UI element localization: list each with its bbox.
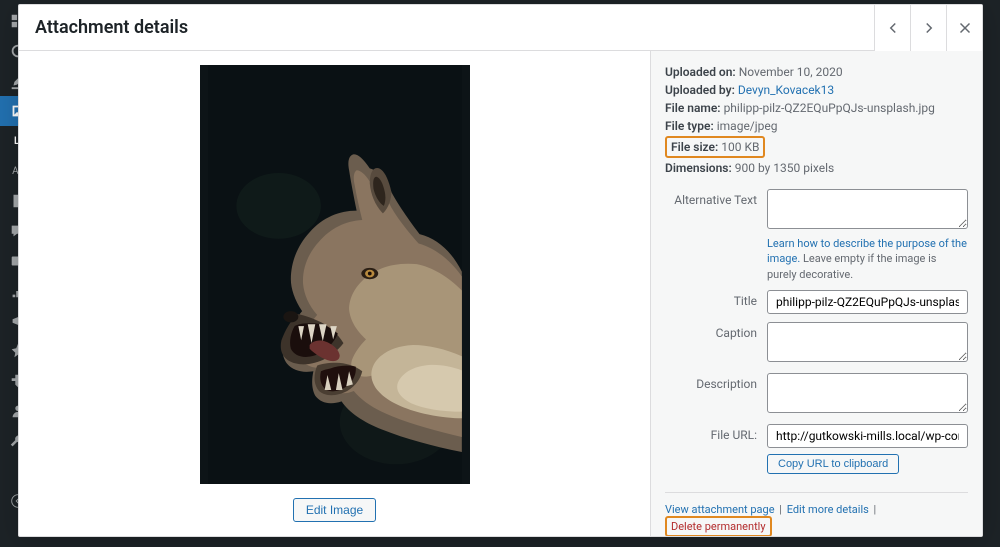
uploader-link[interactable]: Devyn_Kovacek13 [738,83,834,97]
fileurl-input[interactable] [767,424,968,448]
meta-file-name: File name: philipp-pilz-QZ2EQuPpQJs-unsp… [665,99,968,117]
modal-title: Attachment details [35,17,188,38]
close-icon [956,19,974,37]
prev-button[interactable] [874,5,910,51]
details-pane: Uploaded on: November 10, 2020 Uploaded … [650,51,982,536]
meta-dimensions: Dimensions: 900 by 1350 pixels [665,159,968,177]
modal-header: Attachment details [19,5,982,51]
field-caption: Caption [665,322,968,365]
next-button[interactable] [910,5,946,51]
chevron-right-icon [920,19,938,37]
title-input[interactable] [767,290,968,314]
close-button[interactable] [946,5,982,51]
alt-text-input[interactable] [767,189,968,229]
caption-input[interactable] [767,322,968,362]
meta-uploaded-by: Uploaded by: Devyn_Kovacek13 [665,81,968,99]
meta-file-size: File size: 100 KB [665,136,765,158]
field-description: Description [665,373,968,416]
meta-file-type: File type: image/jpeg [665,117,968,135]
attachment-image [200,65,470,484]
meta-uploaded-on: Uploaded on: November 10, 2020 [665,63,968,81]
wolf-illustration [200,65,470,484]
field-alt-text: Alternative Text Learn how to describe t… [665,189,968,282]
field-title: Title [665,290,968,314]
edit-more-link[interactable]: Edit more details [787,503,869,516]
copy-url-button[interactable]: Copy URL to clipboard [767,454,899,474]
field-fileurl: File URL: Copy URL to clipboard [665,424,968,474]
modal-body: Edit Image Uploaded on: November 10, 202… [19,51,982,536]
delete-permanently-link[interactable]: Delete permanently [665,516,772,536]
media-preview-pane: Edit Image [19,51,650,536]
attachment-details-modal: Attachment details [18,4,983,537]
chevron-left-icon [884,19,902,37]
alt-help-text: Learn how to describe the purpose of the… [767,236,968,282]
view-attachment-link[interactable]: View attachment page [665,503,775,516]
description-input[interactable] [767,373,968,413]
edit-image-button[interactable]: Edit Image [293,498,376,522]
modal-nav-buttons [874,5,982,51]
attachment-metadata: Uploaded on: November 10, 2020 Uploaded … [665,63,968,177]
attachment-actions: View attachment page | Edit more details… [665,492,968,536]
